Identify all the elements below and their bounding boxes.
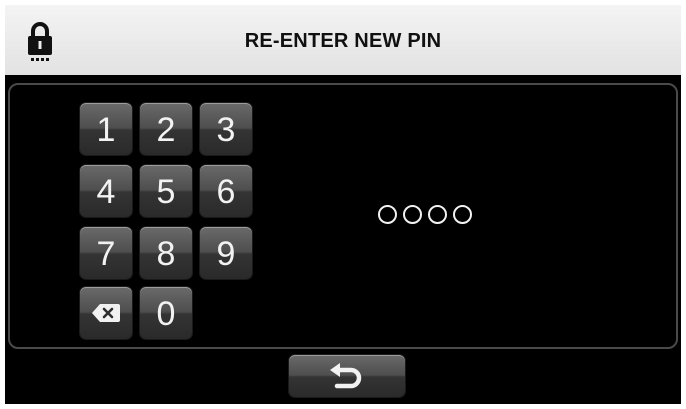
back-button[interactable] xyxy=(289,355,405,397)
pin-entry-screen: RE-ENTER NEW PIN 1 2 3 4 5 6 7 8 9 0 xyxy=(5,5,681,404)
backspace-button[interactable] xyxy=(80,287,132,339)
key-0[interactable]: 0 xyxy=(140,287,192,339)
key-4[interactable]: 4 xyxy=(80,165,132,217)
pin-dot-empty xyxy=(378,205,397,224)
pin-indicator xyxy=(378,202,472,228)
pin-dot-empty xyxy=(428,205,447,224)
keypad-panel: 1 2 3 4 5 6 7 8 9 0 xyxy=(8,83,678,349)
pin-dot-empty xyxy=(453,205,472,224)
backspace-icon xyxy=(92,304,120,322)
key-8[interactable]: 8 xyxy=(140,227,192,279)
back-arrow-icon xyxy=(330,363,362,389)
key-2[interactable]: 2 xyxy=(140,103,192,155)
pin-dot-empty xyxy=(403,205,422,224)
key-7[interactable]: 7 xyxy=(80,227,132,279)
key-1[interactable]: 1 xyxy=(80,103,132,155)
key-5[interactable]: 5 xyxy=(140,165,192,217)
header-bar: RE-ENTER NEW PIN xyxy=(5,5,681,75)
key-9[interactable]: 9 xyxy=(200,227,252,279)
key-3[interactable]: 3 xyxy=(200,103,252,155)
key-6[interactable]: 6 xyxy=(200,165,252,217)
page-title: RE-ENTER NEW PIN xyxy=(244,30,442,52)
